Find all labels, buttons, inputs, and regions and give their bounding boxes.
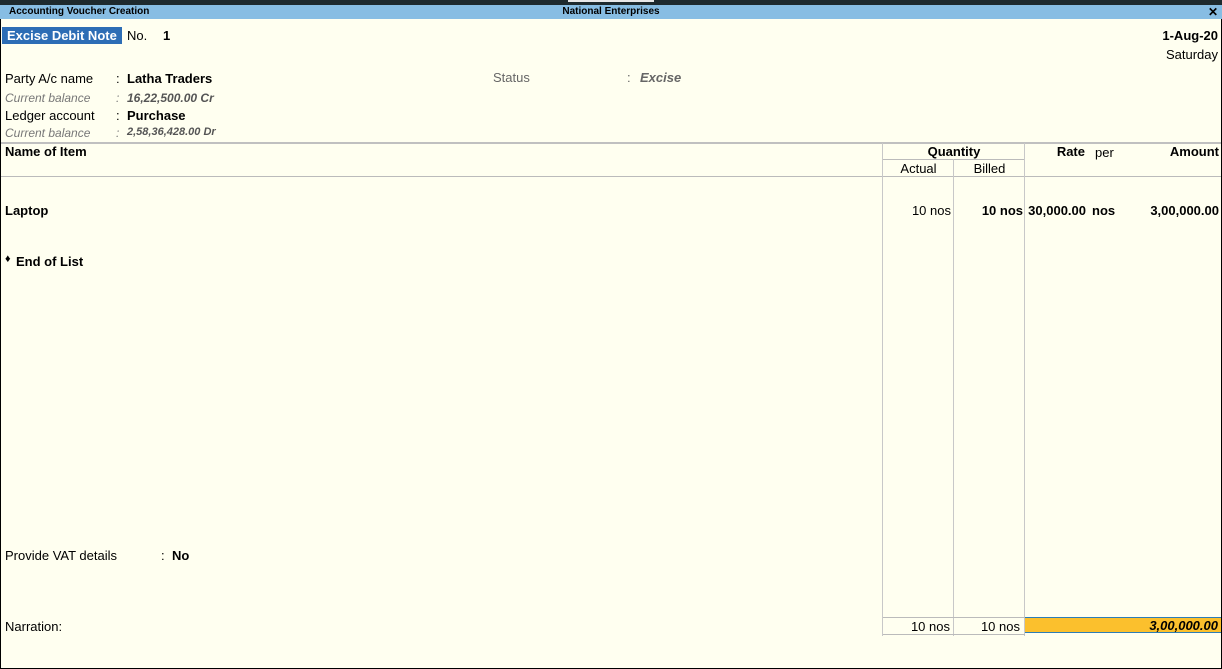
item-billed-qty[interactable]: 10 nos — [954, 203, 1023, 218]
status-colon: : — [627, 70, 631, 85]
total-amount: 3,00,000.00 — [1149, 618, 1218, 633]
item-rate[interactable]: 30,000.00 — [1025, 203, 1086, 218]
totals-bottom-border — [883, 634, 1025, 635]
quantity-header-divider — [883, 159, 1025, 160]
totals-top-border — [883, 617, 1025, 618]
total-actual-qty: 10 nos — [910, 619, 950, 634]
vat-colon: : — [161, 548, 165, 563]
voucher-no[interactable]: 1 — [163, 28, 170, 43]
header-billed: Billed — [973, 161, 1006, 176]
header-rate: Rate — [1056, 144, 1085, 159]
total-billed-qty: 10 nos — [980, 619, 1020, 634]
voucher-no-label: No. — [127, 28, 148, 43]
ledger-account-field[interactable]: Purchase — [127, 108, 186, 123]
header-bottom-border — [1, 176, 1221, 177]
header-amount: Amount — [1169, 144, 1219, 159]
diamond-icon: ♦ — [5, 253, 11, 265]
party-balance-value: 16,22,500.00 Cr — [127, 91, 214, 105]
item-actual-qty[interactable]: 10 nos — [883, 203, 951, 218]
voucher-day: Saturday — [1165, 47, 1218, 62]
status-label: Status — [493, 70, 530, 85]
item-amount[interactable]: 3,00,000.00 — [1150, 203, 1219, 218]
ledger-label: Ledger account — [5, 108, 95, 123]
close-icon[interactable]: ✕ — [1208, 5, 1218, 19]
end-of-list[interactable]: End of List — [16, 254, 83, 269]
narration-label: Narration: — [5, 619, 63, 634]
ledger-colon: : — [116, 108, 120, 123]
total-amount-bar: 3,00,000.00 — [1025, 617, 1221, 633]
col-divider-billed — [953, 159, 954, 636]
title-bar: Accounting Voucher Creation National Ent… — [0, 5, 1222, 19]
party-balance-colon: : — [116, 91, 120, 105]
item-name[interactable]: Laptop — [5, 203, 48, 218]
party-colon: : — [116, 71, 120, 86]
company-name: National Enterprises — [562, 6, 660, 17]
header-per: per — [1095, 145, 1114, 160]
party-name-field[interactable]: Latha Traders — [127, 71, 212, 86]
voucher-type[interactable]: Excise Debit Note — [2, 27, 122, 44]
party-balance-label: Current balance — [5, 91, 91, 105]
item-per[interactable]: nos — [1092, 203, 1115, 218]
header-quantity: Quantity — [927, 144, 981, 159]
ledger-balance-label: Current balance — [5, 126, 91, 140]
ledger-balance-value: 2,58,36,428.00 Dr — [127, 126, 216, 138]
header-actual: Actual — [900, 161, 937, 176]
status-value: Excise — [640, 70, 682, 85]
vat-details-field[interactable]: No — [172, 548, 189, 563]
party-label: Party A/c name — [5, 71, 94, 86]
tab-indicator — [568, 0, 654, 2]
vat-label: Provide VAT details — [5, 548, 117, 563]
voucher-date[interactable]: 1-Aug-20 — [1162, 28, 1218, 43]
header-name-of-item: Name of Item — [5, 144, 87, 159]
ledger-balance-colon: : — [116, 126, 120, 140]
